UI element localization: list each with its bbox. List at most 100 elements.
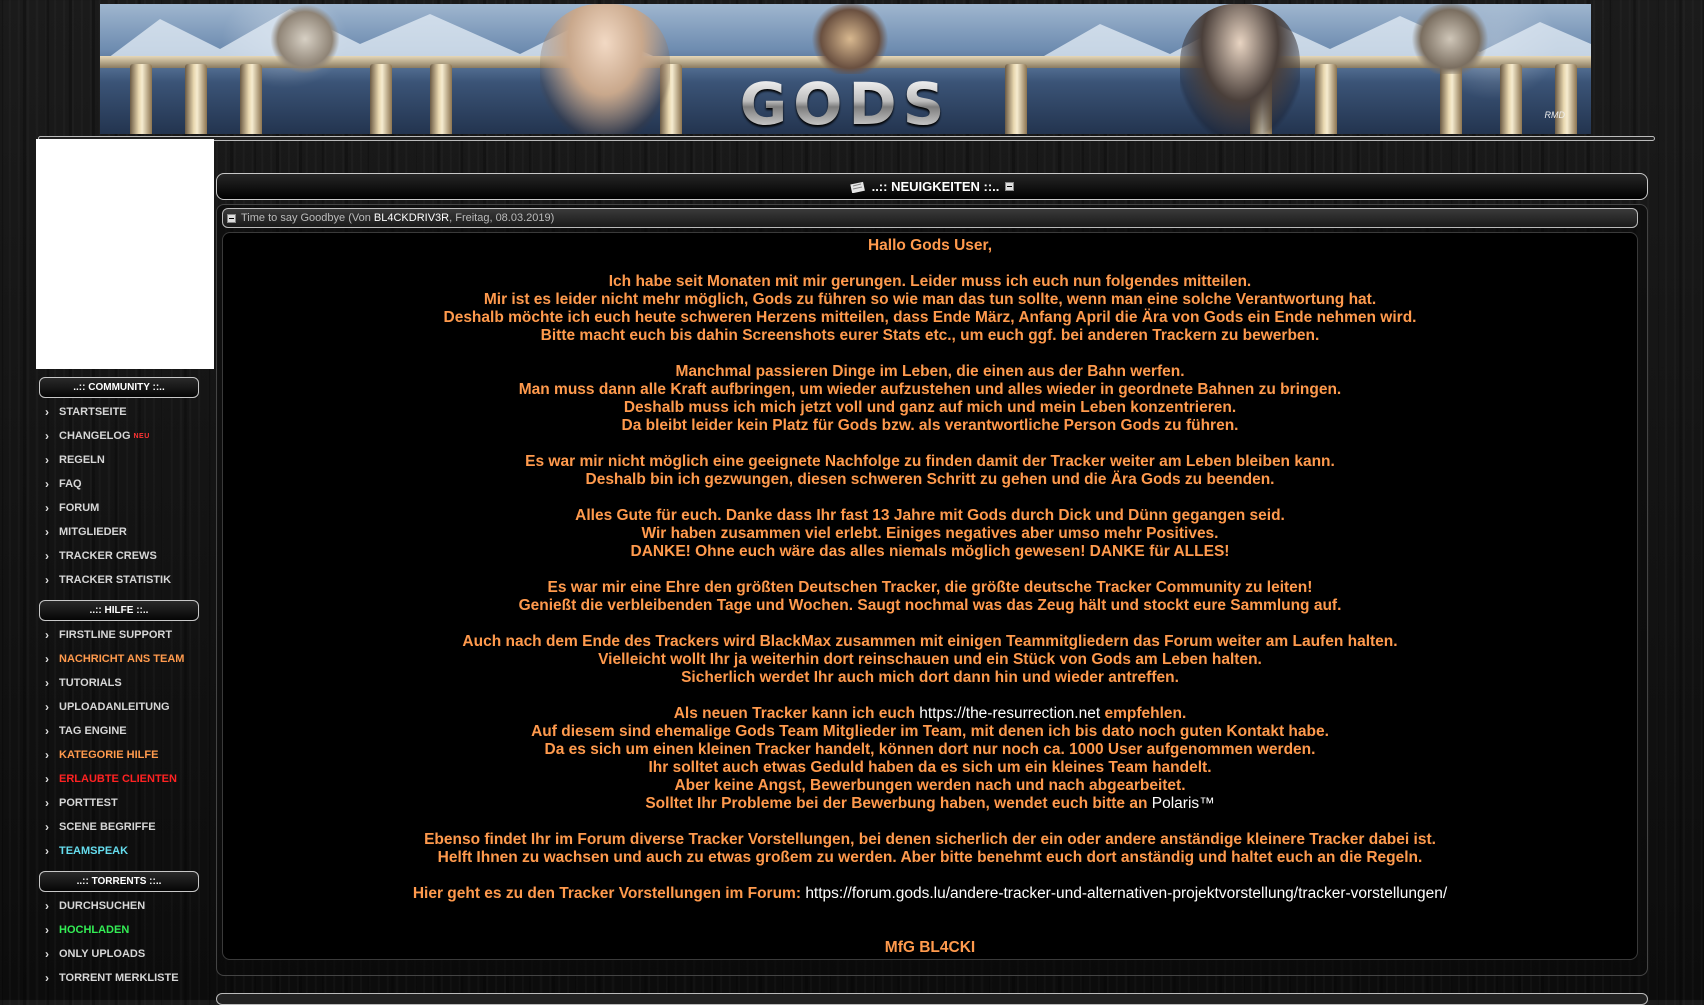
temple-pillar <box>1315 64 1337 134</box>
chevron-right-icon: › <box>45 405 49 419</box>
sidebar-item-label: FIRSTLINE SUPPORT <box>59 629 173 641</box>
chevron-right-icon: › <box>45 676 49 690</box>
sidebar-section-torrents-title: ..:: TORRENTS ::.. <box>39 871 199 892</box>
article-title: Time to say Goodbye <box>241 212 346 224</box>
body-line: Alles Gute für euch. Danke dass Ihr fast… <box>575 507 1285 524</box>
chevron-right-icon: › <box>45 971 49 985</box>
body-line: Ebenso findet Ihr im Forum diverse Track… <box>424 831 1436 848</box>
goddess-figure-right <box>1180 4 1300 134</box>
sidebar-item-label: TAG ENGINE <box>59 725 127 737</box>
body-text: Als neuen Tracker kann ich euch <box>673 705 915 722</box>
body-line: Hier geht es zu den Tracker Vorstellunge… <box>223 885 1637 903</box>
sidebar-item-label: TEAMSPEAK <box>59 845 129 857</box>
center-figure <box>810 4 890 74</box>
article-header[interactable]: Time to say Goodbye (Von BL4CKDRIV3R, Fr… <box>222 208 1638 228</box>
sidebar-item-label: ERLAUBTE CLIENTEN <box>59 773 177 785</box>
goddess-figure-left <box>540 4 670 134</box>
body-line: Als neuen Tracker kann ich euch https://… <box>223 705 1637 723</box>
chevron-right-icon: › <box>45 923 49 937</box>
sidebar-item-nachricht-ans-team[interactable]: › NACHRICHT ANS TEAM <box>36 647 214 671</box>
sidebar-item-label: TRACKER CREWS <box>59 550 157 562</box>
sidebar-item-label: KATEGORIE HILFE <box>59 749 159 761</box>
chevron-right-icon: › <box>45 501 49 515</box>
sidebar-item-regeln[interactable]: › REGELN <box>36 448 214 472</box>
body-line: Da bleibt leider kein Platz für Gods bzw… <box>621 417 1239 434</box>
sidebar-item-tracker-statistik[interactable]: › TRACKER STATISTIK <box>36 568 214 592</box>
god-figure-right <box>1410 4 1490 74</box>
sidebar-item-label: TUTORIALS <box>59 677 122 689</box>
body-line: Vielleicht wollt Ihr ja weiterhin dort r… <box>598 651 1262 668</box>
polaris-link[interactable]: Polaris™ <box>1152 795 1215 812</box>
sidebar-item-hochladen[interactable]: › HOCHLADEN <box>36 918 214 942</box>
chevron-right-icon: › <box>45 772 49 786</box>
body-line: Es war mir eine Ehre den größten Deutsch… <box>547 579 1313 596</box>
temple-pillar <box>430 64 452 134</box>
collapse-icon[interactable] <box>1005 182 1015 191</box>
chevron-right-icon: › <box>45 748 49 762</box>
zeus-figure <box>270 4 340 74</box>
body-line: DANKE! Ohne euch wäre das alles niemals … <box>630 543 1230 560</box>
body-line: Bitte macht euch bis dahin Screenshots e… <box>540 327 1320 344</box>
sidebar-item-faq[interactable]: › FAQ <box>36 472 214 496</box>
body-line: Ihr solltet auch etwas Geduld haben da e… <box>648 759 1212 776</box>
sidebar-item-erlaubte-clienten[interactable]: › ERLAUBTE CLIENTEN <box>36 767 214 791</box>
site-logo: GODS <box>705 70 985 134</box>
sidebar-item-tag-engine[interactable]: › TAG ENGINE <box>36 719 214 743</box>
body-line: Es war mir nicht möglich eine geeignete … <box>525 453 1335 470</box>
body-line: Deshalb muss ich mich jetzt voll und gan… <box>623 399 1237 416</box>
sidebar-item-porttest[interactable]: › PORTTEST <box>36 791 214 815</box>
news-icon <box>849 181 865 193</box>
sidebar-item-label: ONLY UPLOADS <box>59 948 146 960</box>
body-line: Man muss dann alle Kraft aufbringen, um … <box>518 381 1342 398</box>
chevron-right-icon: › <box>45 628 49 642</box>
body-line: Auch nach dem Ende des Trackers wird Bla… <box>462 633 1398 650</box>
sidebar-item-durchsuchen[interactable]: › DURCHSUCHEN <box>36 894 214 918</box>
sidebar-section-hilfe-title: ..:: HILFE ::.. <box>39 600 199 621</box>
chevron-right-icon: › <box>45 477 49 491</box>
sidebar-item-forum[interactable]: › FORUM <box>36 496 214 520</box>
body-text: Solltet Ihr Probleme bei der Bewerbung h… <box>645 795 1148 812</box>
sidebar-item-label: SCENE BEGRIFFE <box>59 821 156 833</box>
site-banner[interactable]: GODS RMD <box>100 4 1591 134</box>
chevron-right-icon: › <box>45 844 49 858</box>
sidebar-item-label: REGELN <box>59 454 105 466</box>
temple-pillar <box>1005 64 1027 134</box>
sidebar-item-startseite[interactable]: › STARTSEITE <box>36 400 214 424</box>
sidebar-item-teamspeak[interactable]: › TEAMSPEAK <box>36 839 214 863</box>
sidebar-item-label: DURCHSUCHEN <box>59 900 146 912</box>
sidebar-item-uploadanleitung[interactable]: › UPLOADANLEITUNG <box>36 695 214 719</box>
sidebar-item-changelog[interactable]: › CHANGELOG NEU <box>36 424 214 448</box>
sidebar-item-label: HOCHLADEN <box>59 924 130 936</box>
chevron-right-icon: › <box>45 549 49 563</box>
chevron-right-icon: › <box>45 724 49 738</box>
left-sidebar: ..:: COMMUNITY ::.. › STARTSEITE › CHANGEL… <box>36 139 214 990</box>
chevron-right-icon: › <box>45 899 49 913</box>
body-line: Helft Ihnen zu wachsen und auch zu etwas… <box>437 849 1423 866</box>
sidebar-item-tutorials[interactable]: › TUTORIALS <box>36 671 214 695</box>
chevron-right-icon: › <box>45 947 49 961</box>
sidebar-item-tracker-crews[interactable]: › TRACKER CREWS <box>36 544 214 568</box>
body-line: Da es sich um einen kleinen Tracker hand… <box>544 741 1316 758</box>
resurrection-link[interactable]: https://the-resurrection.net <box>919 705 1100 722</box>
sidebar-item-label: MITGLIEDER <box>59 526 127 538</box>
sidebar-item-scene-begriffe[interactable]: › SCENE BEGRIFFE <box>36 815 214 839</box>
temple-pillar <box>240 64 262 134</box>
body-line: Deshalb bin ich gezwungen, diesen schwer… <box>585 471 1275 488</box>
top-divider <box>38 136 1655 141</box>
body-line: Genießt die verbleibenden Tage und Woche… <box>518 597 1342 614</box>
body-line: Solltet Ihr Probleme bei der Bewerbung h… <box>223 795 1637 813</box>
new-badge: NEU <box>133 432 150 440</box>
sidebar-item-kategorie-hilfe[interactable]: › KATEGORIE HILFE <box>36 743 214 767</box>
body-line: Deshalb möchte ich euch heute schweren H… <box>443 309 1417 326</box>
sidebar-item-mitglieder[interactable]: › MITGLIEDER <box>36 520 214 544</box>
sidebar-item-torrent-merkliste[interactable]: › TORRENT MERKLISTE <box>36 966 214 990</box>
article-author[interactable]: BL4CKDRIV3R <box>374 212 449 224</box>
body-line: Aber keine Angst, Bewerbungen werden nac… <box>674 777 1186 794</box>
article-body: Hallo Gods User, Ich habe seit Monaten m… <box>222 232 1638 960</box>
forum-tracker-link[interactable]: https://forum.gods.lu/andere-tracker-und… <box>805 885 1447 902</box>
sidebar-item-firstline-support[interactable]: › FIRSTLINE SUPPORT <box>36 623 214 647</box>
temple-pillar <box>1555 64 1577 134</box>
collapse-icon[interactable] <box>227 213 236 223</box>
sidebar-item-only-uploads[interactable]: › ONLY UPLOADS <box>36 942 214 966</box>
article-date: , Freitag, 08.03.2019) <box>449 212 555 224</box>
